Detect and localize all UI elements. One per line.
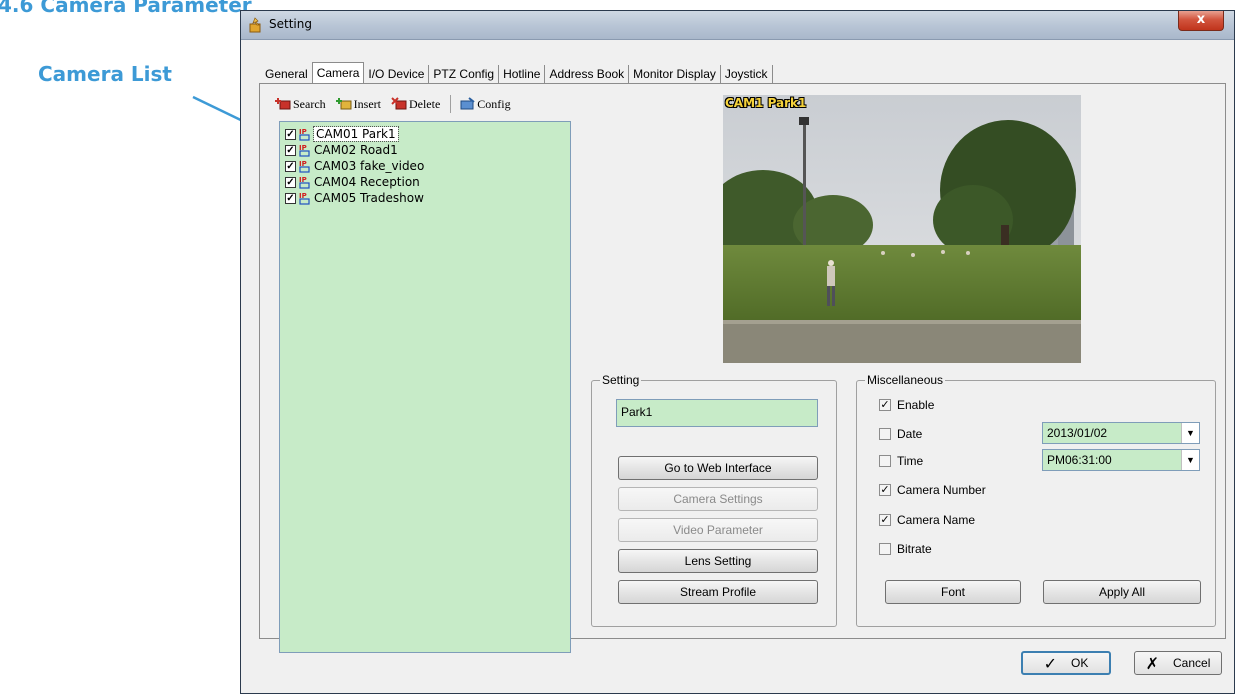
cancel-button[interactable]: ✗ Cancel — [1134, 651, 1222, 675]
tab-address-book[interactable]: Address Book — [545, 65, 630, 83]
document-heading: 4.6 Camera Parameter — [0, 0, 252, 17]
camera-list-item[interactable]: ✓ IP CAM02 Road1 — [285, 142, 398, 158]
lens-setting-button[interactable]: Lens Setting — [618, 549, 818, 573]
toolbar-separator — [450, 95, 452, 113]
search-label: Search — [293, 96, 326, 111]
camera-list-callout-label: Camera List — [38, 62, 172, 86]
camera-name: CAM01 Park1 — [313, 126, 399, 142]
delete-button[interactable]: Delete — [391, 97, 440, 112]
camera-name: CAM05 Tradeshow — [314, 191, 424, 205]
config-button[interactable]: Config — [459, 96, 511, 112]
delete-icon — [391, 97, 407, 110]
search-add-icon — [275, 98, 291, 110]
camera-list-item[interactable]: ✓ IP CAM01 Park1 — [285, 126, 399, 142]
enable-checkbox[interactable]: ✓ — [879, 399, 891, 411]
tab-monitor-display[interactable]: Monitor Display — [629, 65, 721, 83]
cancel-label: Cancel — [1173, 656, 1211, 670]
camera-enable-checkbox[interactable]: ✓ — [285, 160, 296, 172]
bitrate-option[interactable]: Bitrate — [879, 541, 932, 557]
camera-name: CAM03 fake_video — [314, 159, 425, 173]
setting-app-icon — [249, 17, 261, 33]
time-label: Time — [897, 454, 924, 468]
date-value: 2013/01/02 — [1047, 426, 1108, 440]
camera-number-option[interactable]: ✓ Camera Number — [879, 482, 986, 498]
tab-io-device[interactable]: I/O Device — [364, 65, 430, 83]
chevron-down-icon[interactable]: ▼ — [1181, 423, 1199, 443]
camera-number-label: Camera Number — [897, 483, 986, 497]
time-dropdown[interactable]: PM06:31:00 ▼ — [1042, 449, 1200, 471]
camera-list-item[interactable]: ✓ IP CAM03 fake_video — [285, 158, 424, 174]
enable-option[interactable]: ✓ Enable — [879, 397, 934, 413]
camera-settings-button[interactable]: Camera Settings — [618, 487, 818, 511]
camera-enable-checkbox[interactable]: ✓ — [285, 128, 296, 140]
preview-overlay-text: CAM1 Park1 — [725, 96, 807, 110]
font-button[interactable]: Font — [885, 580, 1021, 604]
bitrate-checkbox[interactable] — [879, 543, 891, 555]
ip-camera-icon: IP — [299, 128, 310, 141]
camera-toolbar: Search Insert Delete Config — [275, 95, 521, 113]
ip-camera-icon: IP — [299, 176, 310, 189]
camera-list-item[interactable]: ✓ IP CAM05 Tradeshow — [285, 190, 424, 206]
camera-preview: CAM1 Park1 — [723, 95, 1081, 363]
checkmark-icon: ✓ — [1043, 653, 1058, 673]
tab-bar: General Camera I/O Device PTZ Config Hot… — [261, 61, 773, 84]
camera-number-checkbox[interactable]: ✓ — [879, 484, 891, 496]
date-label: Date — [897, 427, 923, 441]
config-icon — [460, 97, 475, 110]
camera-enable-checkbox[interactable]: ✓ — [285, 144, 296, 156]
camera-enable-checkbox[interactable]: ✓ — [285, 176, 296, 188]
setting-group-title: Setting — [600, 373, 642, 387]
time-value: PM06:31:00 — [1047, 453, 1112, 467]
tab-ptz-config[interactable]: PTZ Config — [429, 65, 500, 83]
enable-label: Enable — [897, 398, 935, 412]
park-scene-image — [723, 95, 1081, 363]
date-checkbox[interactable] — [879, 428, 891, 440]
camera-list-item[interactable]: ✓ IP CAM04 Reception — [285, 174, 420, 190]
date-dropdown[interactable]: 2013/01/02 ▼ — [1042, 422, 1200, 444]
insert-button[interactable]: Insert — [335, 96, 381, 112]
ip-camera-icon: IP — [299, 144, 310, 157]
camera-name: CAM04 Reception — [314, 175, 420, 189]
ip-camera-icon: IP — [299, 160, 310, 173]
tab-joystick[interactable]: Joystick — [721, 65, 773, 83]
go-to-web-interface-button[interactable]: Go to Web Interface — [618, 456, 818, 480]
date-option[interactable]: Date — [879, 426, 922, 442]
time-option[interactable]: Time — [879, 453, 923, 469]
camera-name-label: Camera Name — [897, 513, 976, 527]
camera-enable-checkbox[interactable]: ✓ — [285, 192, 296, 204]
chevron-down-icon[interactable]: ▼ — [1181, 450, 1199, 470]
video-parameter-button[interactable]: Video Parameter — [618, 518, 818, 542]
delete-label: Delete — [408, 96, 441, 111]
setting-window: Setting x General Camera I/O Device PTZ … — [240, 10, 1235, 694]
insert-add-icon — [335, 98, 352, 110]
tab-camera[interactable]: Camera — [311, 62, 365, 84]
search-button[interactable]: Search — [275, 97, 326, 112]
tab-hotline[interactable]: Hotline — [499, 65, 546, 83]
title-bar[interactable]: Setting x — [241, 11, 1234, 40]
camera-name: CAM02 Road1 — [314, 143, 398, 157]
window-title: Setting — [269, 17, 312, 31]
camera-name-option[interactable]: ✓ Camera Name — [879, 512, 975, 528]
camera-name-field[interactable]: Park1 — [616, 399, 818, 427]
config-label: Config — [477, 96, 511, 111]
miscellaneous-group: Miscellaneous ✓ Enable Date 2013/01/02 ▼… — [856, 373, 1216, 627]
setting-group: Setting Park1 Go to Web Interface Camera… — [591, 373, 837, 627]
camera-list[interactable]: ✓ IP CAM01 Park1 ✓ IP CAM02 Road1 ✓ IP C… — [279, 121, 571, 653]
miscellaneous-group-title: Miscellaneous — [865, 373, 946, 387]
ok-button[interactable]: ✓ OK — [1021, 651, 1111, 675]
insert-label: Insert — [353, 96, 381, 111]
x-icon: ✗ — [1145, 653, 1160, 673]
time-checkbox[interactable] — [879, 455, 891, 467]
apply-all-button[interactable]: Apply All — [1043, 580, 1201, 604]
tab-general[interactable]: General — [261, 65, 312, 83]
camera-name-checkbox[interactable]: ✓ — [879, 514, 891, 526]
bitrate-label: Bitrate — [897, 542, 932, 556]
close-button[interactable]: x — [1178, 11, 1224, 31]
stream-profile-button[interactable]: Stream Profile — [618, 580, 818, 604]
ip-camera-icon: IP — [299, 192, 310, 205]
ok-label: OK — [1071, 656, 1089, 670]
